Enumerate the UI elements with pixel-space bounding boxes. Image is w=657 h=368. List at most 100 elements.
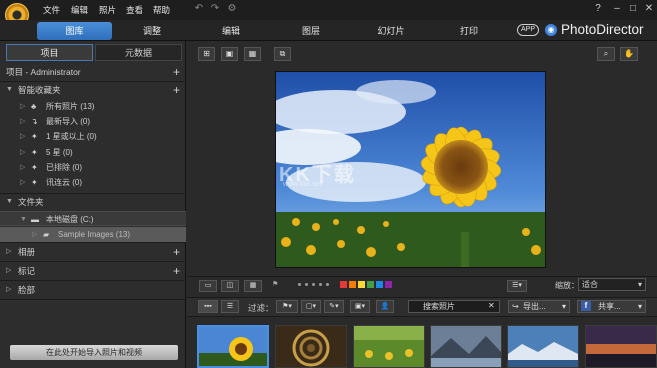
help-button[interactable]: ? [592, 3, 604, 15]
import-icon: ↴ [31, 117, 38, 126]
rating-dot[interactable] [326, 283, 329, 286]
rating-dot[interactable] [305, 283, 308, 286]
search-input[interactable]: 搜索照片 [408, 300, 500, 313]
add-tag-icon[interactable]: + [173, 263, 180, 279]
app-badge[interactable]: APP [517, 24, 539, 36]
smart-collections-header[interactable]: ▼ 智能收藏夹 + [0, 82, 186, 98]
undo-icon[interactable]: ↶ [193, 3, 205, 15]
menu-photo[interactable]: 照片 [99, 4, 116, 16]
thumbnail-flowers[interactable] [353, 325, 425, 368]
collection-all-photos[interactable]: ▷ ♣ 所有照片 (13) [0, 99, 186, 114]
collapse-arrow-icon[interactable]: ▼ [6, 194, 13, 210]
tags-header[interactable]: ▷ 标记 + [0, 263, 186, 279]
single-view-button[interactable]: ▭ [199, 280, 217, 292]
smart-collections-title: 智能收藏夹 [18, 85, 61, 95]
color-label-blue[interactable] [376, 281, 383, 288]
expand-arrow-icon[interactable]: ▷ [20, 129, 25, 144]
color-label-orange[interactable] [349, 281, 356, 288]
add-project-icon[interactable]: + [173, 64, 180, 80]
list-view-button[interactable]: ☰ [221, 300, 239, 313]
menu-view[interactable]: 查看 [126, 4, 143, 16]
close-button[interactable]: ✕ [643, 3, 655, 15]
export-button[interactable]: ↪ 导出... ▾ [508, 300, 570, 313]
expand-arrow-icon[interactable]: ▷ [20, 99, 25, 114]
color-label-yellow[interactable] [358, 281, 365, 288]
settings-gear-icon[interactable]: ⚙ [226, 3, 238, 15]
albums-header[interactable]: ▷ 相册 + [0, 244, 186, 260]
menu-help[interactable]: 帮助 [153, 4, 170, 16]
view-grid-button[interactable]: ▦ [244, 47, 261, 61]
maximize-button[interactable]: □ [627, 3, 639, 15]
thumbnail-mountain[interactable] [430, 325, 502, 368]
filter-label: 过滤： [248, 303, 274, 313]
expand-arrow-icon[interactable]: ▷ [20, 114, 25, 129]
divider [0, 261, 186, 262]
rating-dot[interactable] [298, 283, 301, 286]
sort-menu-button[interactable]: ☰▾ [507, 280, 527, 292]
expand-arrow-icon[interactable]: ▷ [6, 282, 11, 298]
expand-arrow-icon[interactable]: ▷ [20, 145, 25, 160]
color-label-green[interactable] [367, 281, 374, 288]
tags-title: 标记 [18, 266, 36, 276]
collapse-arrow-icon[interactable]: ▼ [6, 82, 13, 98]
tab-library[interactable]: 图库 [37, 22, 112, 40]
rating-dot[interactable] [312, 283, 315, 286]
rating-dot[interactable] [319, 283, 322, 286]
collapse-arrow-icon[interactable]: ▼ [20, 212, 27, 227]
collection-label: 所有照片 (13) [46, 102, 95, 111]
add-album-icon[interactable]: + [173, 244, 180, 260]
folder-local-disk[interactable]: ▼ ▬ 本地磁盘 (C:) [0, 211, 186, 226]
collection-cloud[interactable]: ▷ ✦ 讯连云 (0) [0, 175, 186, 190]
grid-view-button[interactable]: ▦ [244, 280, 262, 292]
view-compare-button[interactable]: ⊞ [198, 47, 215, 61]
zoom-select[interactable]: 适合 ▾ [578, 278, 646, 291]
thumbnail-sunset[interactable] [585, 325, 657, 368]
view-second-display-button[interactable]: ⧉ [274, 47, 291, 61]
thumbnail-image [199, 327, 267, 366]
minimize-button[interactable]: – [611, 3, 623, 15]
filter-edit-dropdown[interactable]: ✎▾ [324, 300, 344, 313]
tab-adjust[interactable]: 调整 [127, 22, 177, 40]
color-label-red[interactable] [340, 281, 347, 288]
expand-arrow-icon[interactable]: ▷ [20, 175, 25, 190]
expand-arrow-icon[interactable]: ▷ [32, 227, 37, 242]
filter-flag-dropdown[interactable]: ⚑▾ [276, 300, 298, 313]
expand-arrow-icon[interactable]: ▷ [6, 263, 11, 279]
collection-recent-import[interactable]: ▷ ↴ 最新导入 (0) [0, 114, 186, 129]
tab-slideshow[interactable]: 幻灯片 [366, 22, 416, 40]
thumbnail-ice[interactable] [507, 325, 579, 368]
folder-sample-images[interactable]: ▷ ▰ Sample Images (13) [0, 227, 186, 242]
thumbnail-spiral[interactable] [275, 325, 347, 368]
face-filter-button[interactable]: 👤 [376, 300, 394, 313]
redo-icon[interactable]: ↷ [209, 3, 221, 15]
filter-rating-dropdown[interactable]: ▢▾ [301, 300, 321, 313]
menu-edit[interactable]: 编辑 [71, 4, 88, 16]
tab-edit[interactable]: 编辑 [206, 22, 256, 40]
view-single-button[interactable]: ▣ [221, 47, 238, 61]
collection-five-star[interactable]: ▷ ✦ 5 星 (0) [0, 145, 186, 160]
import-button[interactable]: 在此处开始导入照片和视频 [10, 345, 178, 360]
flag-icon[interactable]: ⚑ [272, 280, 278, 288]
expand-arrow-icon[interactable]: ▷ [6, 244, 11, 260]
zoom-search-button[interactable]: ⌕ [597, 47, 615, 61]
tab-project[interactable]: 项目 [6, 44, 93, 61]
collection-one-star[interactable]: ▷ ✦ 1 星或以上 (0) [0, 129, 186, 144]
add-collection-icon[interactable]: + [173, 82, 180, 98]
tab-layers[interactable]: 图层 [286, 22, 336, 40]
filter-type-dropdown[interactable]: ▣▾ [350, 300, 370, 313]
filmstrip-view-button[interactable]: ▪▪▪ [198, 300, 218, 313]
tab-metadata[interactable]: 元数据 [95, 44, 182, 61]
expand-arrow-icon[interactable]: ▷ [20, 160, 25, 175]
faces-header[interactable]: ▷ 脸部 [0, 282, 186, 298]
color-label-purple[interactable] [385, 281, 392, 288]
collection-excluded[interactable]: ▷ ✦ 已排除 (0) [0, 160, 186, 175]
tab-print[interactable]: 打印 [444, 22, 494, 40]
thumbnail-sunflower[interactable] [197, 325, 269, 368]
compare-view-button[interactable]: ◫ [221, 280, 239, 292]
zoom-value: 适合 [582, 280, 598, 289]
menu-file[interactable]: 文件 [43, 4, 60, 16]
clear-search-icon[interactable]: ✕ [488, 301, 495, 310]
folders-header[interactable]: ▼ 文件夹 [0, 194, 186, 210]
star-icon: ✦ [31, 148, 38, 157]
hand-pan-button[interactable]: ✋ [620, 47, 638, 61]
